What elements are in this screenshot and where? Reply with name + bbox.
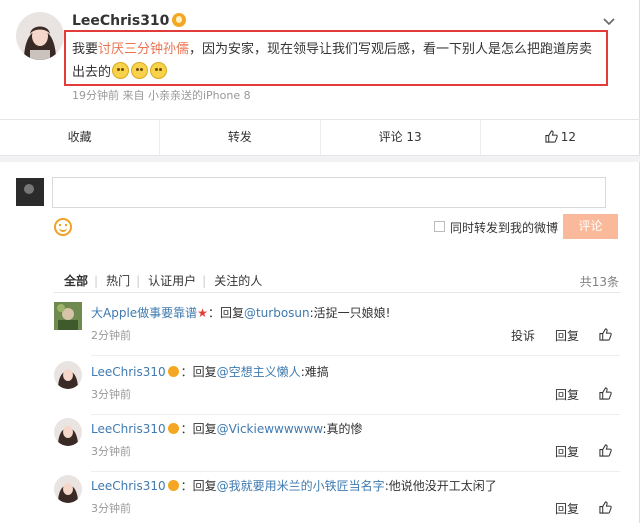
comment-body: :真的惨 — [322, 422, 363, 436]
filter-separator: | — [202, 274, 207, 288]
commenter-avatar[interactable] — [54, 475, 82, 503]
comment-text: LeeChris310 ：回复@Vickiewwwwww:真的惨 — [91, 420, 363, 437]
comment-body: :他说他没开工太闲了 — [384, 479, 497, 493]
like-button[interactable]: 12 — [481, 120, 640, 155]
emoji-icon — [112, 62, 130, 79]
divider — [54, 292, 620, 293]
comment-text: LeeChris310 ：回复@空想主义懒人:难搞 — [91, 363, 329, 380]
comment-actions: 投诉 回复 — [491, 327, 612, 344]
vip-badge-icon — [167, 423, 179, 434]
chevron-down-icon[interactable] — [603, 14, 615, 30]
commenter-avatar[interactable] — [54, 302, 82, 330]
like-count: 12 — [560, 130, 577, 144]
thumb-up-icon — [545, 122, 558, 157]
filter-separator: | — [136, 274, 141, 288]
comment-time: 3分钟前 — [91, 445, 131, 458]
thumb-up-icon[interactable] — [599, 386, 612, 403]
thumb-up-icon[interactable] — [599, 443, 612, 460]
comment-body: :活捉一只娘娘! — [309, 306, 391, 320]
post-meta: 19分钟前 来自 小亲亲送的iPhone 8 — [72, 89, 251, 102]
filter-separator: | — [94, 274, 99, 288]
reply-prefix: ：回复 — [180, 479, 217, 493]
vip-badge-icon — [172, 13, 187, 27]
commenter-avatar[interactable] — [54, 418, 82, 446]
divider — [0, 156, 640, 162]
comment-body: :难搞 — [300, 365, 329, 379]
reply-button[interactable]: 回复 — [555, 500, 579, 517]
thumb-up-icon[interactable] — [599, 500, 612, 517]
reply-prefix: ：回复 — [180, 422, 217, 436]
author-name-text[interactable]: LeeChris310 — [72, 13, 169, 29]
divider — [91, 471, 620, 472]
comment-text: LeeChris310 ：回复@我就要用米兰的小铁匠当名字:他说他没开工太闲了 — [91, 477, 497, 494]
emoji-icon — [150, 62, 168, 79]
report-button[interactable]: 投诉 — [511, 327, 535, 344]
divider — [91, 414, 620, 415]
submit-comment-button[interactable]: 评论 — [563, 214, 618, 239]
divider — [91, 355, 620, 356]
author-avatar[interactable] — [16, 12, 64, 60]
commenter-name[interactable]: LeeChris310 — [91, 422, 166, 436]
comment-actions: 回复 — [535, 500, 612, 517]
weibo-post-card: LeeChris310 我要讨厌三分钟孙儒，因为安家，现在领导让我们写观后感，看… — [0, 0, 640, 523]
mention-link[interactable]: @我就要用米兰的小铁匠当名字 — [217, 479, 385, 493]
thumb-up-icon[interactable] — [599, 327, 612, 344]
comment-input[interactable] — [52, 177, 606, 208]
filter-all[interactable]: 全部 — [64, 274, 88, 288]
emoji-picker-icon[interactable] — [54, 218, 72, 236]
vip-badge-icon — [167, 366, 179, 377]
comment-actions: 回复 — [535, 386, 612, 403]
comment-time: 3分钟前 — [91, 502, 131, 515]
commenter-name[interactable]: LeeChris310 — [91, 365, 166, 379]
comment-item: LeeChris310 ：回复@我就要用米兰的小铁匠当名字:他说他没开工太闲了 3… — [54, 475, 620, 519]
repost-button[interactable]: 转发 — [160, 120, 321, 155]
comment-time: 3分钟前 — [91, 388, 131, 401]
commenter-avatar[interactable] — [54, 361, 82, 389]
repost-checkbox-label[interactable]: 同时转发到我的微博 — [450, 219, 558, 236]
mention-link[interactable]: @turbosun — [244, 306, 310, 320]
mention-link[interactable]: @空想主义懒人 — [217, 365, 301, 379]
reply-button[interactable]: 回复 — [555, 443, 579, 460]
emoji-icon — [131, 62, 149, 79]
comment-item: LeeChris310 ：回复@Vickiewwwwww:真的惨 3分钟前 回复 — [54, 418, 620, 472]
commenter-name[interactable]: 大Apple做事要靠谱 — [91, 306, 197, 320]
comment-actions: 回复 — [535, 443, 612, 460]
reply-prefix: ：回复 — [207, 306, 244, 320]
comment-total: 共13条 — [579, 275, 619, 289]
mention-link[interactable]: @Vickiewwwwww — [217, 422, 323, 436]
filter-hot[interactable]: 热门 — [106, 274, 130, 288]
filter-verified[interactable]: 认证用户 — [148, 274, 196, 288]
comment-label: 评论 13 — [378, 130, 422, 144]
star-badge-icon: ★ — [197, 306, 208, 320]
post-text: 我要讨厌三分钟孙儒，因为安家，现在领导让我们写观后感，看一下别人是怎么把跑道房卖… — [72, 38, 602, 84]
comment-text: 大Apple做事要靠谱★：回复@turbosun:活捉一只娘娘! — [91, 304, 390, 321]
repost-label: 转发 — [227, 130, 252, 144]
reply-prefix: ：回复 — [180, 365, 217, 379]
comment-button[interactable]: 评论 13 — [321, 120, 481, 155]
post-text-part: 我要 — [72, 42, 99, 57]
reply-button[interactable]: 回复 — [555, 327, 579, 344]
reply-button[interactable]: 回复 — [555, 386, 579, 403]
post-topic-link[interactable]: 讨厌三分钟孙儒 — [98, 42, 189, 57]
favorite-label: 收藏 — [67, 130, 92, 144]
filter-following[interactable]: 关注的人 — [214, 274, 262, 288]
current-user-avatar — [16, 178, 44, 206]
comment-item: LeeChris310 ：回复@空想主义懒人:难搞 3分钟前 回复 — [54, 361, 620, 415]
repost-checkbox[interactable] — [434, 221, 445, 232]
action-bar: 收藏 转发 评论 13 12 — [0, 119, 640, 156]
favorite-button[interactable]: 收藏 — [0, 120, 161, 155]
comment-item: 大Apple做事要靠谱★：回复@turbosun:活捉一只娘娘! 2分钟前 投诉… — [54, 302, 620, 356]
author-name[interactable]: LeeChris310 — [72, 13, 187, 29]
comment-filter-bar: 全部 | 热门 | 认证用户 | 关注的人 — [64, 272, 268, 289]
commenter-name[interactable]: LeeChris310 — [91, 479, 166, 493]
vip-badge-icon — [167, 480, 179, 491]
comment-time: 2分钟前 — [91, 329, 131, 342]
